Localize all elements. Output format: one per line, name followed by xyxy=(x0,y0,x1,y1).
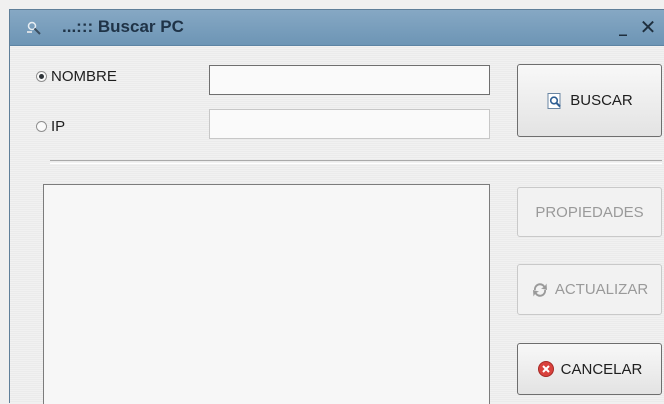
buscar-pc-window: ...::: Buscar PC _ ✕ NOMBRE IP BUSCAR PR… xyxy=(9,9,664,404)
cancelar-label: CANCELAR xyxy=(560,360,643,378)
radio-nombre-label: NOMBRE xyxy=(51,68,117,85)
refresh-icon xyxy=(532,282,547,297)
actualizar-label: ACTUALIZAR xyxy=(554,281,649,298)
cancelar-button[interactable]: CANCELAR xyxy=(517,343,662,395)
propiedades-label: PROPIEDADES xyxy=(535,203,644,221)
propiedades-button[interactable]: PROPIEDADES xyxy=(517,187,662,237)
radio-nombre[interactable]: NOMBRE xyxy=(36,68,117,85)
radio-ip[interactable]: IP xyxy=(36,118,65,135)
radio-nombre-indicator[interactable] xyxy=(36,71,47,82)
ip-input[interactable] xyxy=(209,109,490,139)
title-bar[interactable]: ...::: Buscar PC _ ✕ xyxy=(10,10,664,46)
magnifier-tools-icon xyxy=(27,21,41,35)
radio-ip-indicator[interactable] xyxy=(36,121,47,132)
nombre-input[interactable] xyxy=(209,65,490,95)
search-document-icon xyxy=(547,92,561,109)
minimize-button[interactable]: _ xyxy=(615,17,631,37)
close-button[interactable]: ✕ xyxy=(637,15,659,39)
radio-ip-label: IP xyxy=(51,118,66,135)
actualizar-button[interactable]: ACTUALIZAR xyxy=(517,264,662,315)
window-title: ...::: Buscar PC xyxy=(62,17,184,36)
buscar-button[interactable]: BUSCAR xyxy=(517,64,662,137)
separator xyxy=(50,160,662,164)
results-list[interactable] xyxy=(43,184,490,404)
buscar-label: BUSCAR xyxy=(570,92,633,109)
cancel-icon xyxy=(537,361,554,377)
